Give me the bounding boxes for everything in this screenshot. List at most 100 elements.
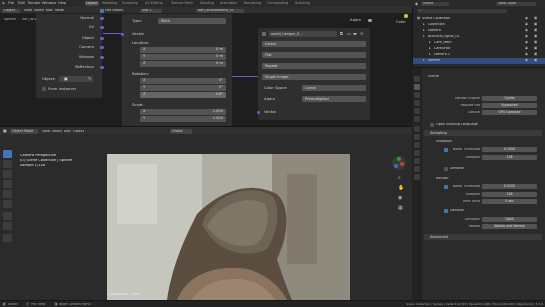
extension-dropdown[interactable]: Repeat [262,63,366,69]
interpolation-dropdown[interactable]: Linear [262,41,366,47]
render-camera-icon[interactable]: ▣ [534,16,537,20]
fake-user-icon[interactable]: ⧉ [340,31,343,36]
location-y-field[interactable]: Y 0 m [140,54,226,60]
node-editor-canvas[interactable]: Sphere › hdri_environment_01 Normal UV O… [0,14,412,126]
object-tab-icon[interactable] [414,126,420,132]
node-menu-select[interactable]: Select [34,9,44,12]
projection-dropdown[interactable]: Flat [262,52,366,58]
outliner-row[interactable]: ▸ Sphere ◉ ▣ [413,58,545,64]
viewport-samples-field[interactable]: 128 [482,155,537,160]
workspace-tab-sculpting[interactable]: Sculpting [121,1,139,6]
outliner-row[interactable]: ▤ Scene Collection ◉ ▣ [413,16,545,22]
data-tab-icon[interactable] [414,166,420,172]
scene-tab-icon[interactable] [414,108,420,114]
menu-window[interactable]: Window [42,1,56,6]
socket-normal[interactable] [100,16,104,20]
mapping-type-dropdown[interactable]: Point [158,18,226,24]
location-x-field[interactable]: X 0 m [140,47,226,53]
socket-reflection[interactable] [100,65,104,69]
viewport-menu-view[interactable]: View [42,130,50,133]
visibility-eye-icon[interactable]: ◉ [525,52,528,56]
sampling-panel-header[interactable]: Sampling [424,130,542,136]
add-cube-tool-icon[interactable] [3,234,12,242]
rotation-y-field[interactable]: Y 0° [140,85,226,91]
image-browse-icon[interactable] [262,32,266,36]
visibility-eye-icon[interactable]: ◉ [525,28,528,32]
output-tab-icon[interactable] [414,92,420,98]
workspace-tab-uv-editing[interactable]: UV Editing [144,1,164,6]
texture-coordinate-node[interactable]: Normal UV Object Camera Window Reflectio… [36,14,104,98]
environment-texture-node[interactable]: small_hangar_0... ⧉ ▭ ▬ ✕ Linear Flat Re… [256,28,370,120]
alpha-mode-dropdown[interactable]: Premultiplied [302,96,366,102]
render-camera-icon[interactable]: ▣ [534,52,537,56]
render-camera-icon[interactable]: ▣ [534,40,537,44]
render-camera-icon[interactable]: ▣ [534,58,537,62]
render-tab-icon[interactable] [414,84,420,90]
object-type-dropdown[interactable]: Object [2,8,20,13]
workspace-tab-scripting[interactable]: Scripting [294,1,311,6]
cursor-tool-icon[interactable] [3,160,12,168]
workspace-tab-texture-paint[interactable]: Texture Paint [170,1,194,6]
passes-dropdown[interactable]: Albedo and Normal [482,224,537,229]
render-camera-icon[interactable]: ▣ [534,22,537,26]
grid-view-icon[interactable]: ▦ [398,206,403,211]
tool-tab-icon[interactable] [414,76,420,82]
modifier-tab-icon[interactable] [414,134,420,140]
menu-render[interactable]: Render [28,1,41,6]
viewport-denoise-checkbox[interactable] [444,167,448,171]
socket-object[interactable] [100,36,104,40]
socket-mapping-vector-in[interactable] [120,32,124,36]
source-dropdown[interactable]: Single Image [262,74,366,80]
transform-tool-icon[interactable] [3,200,12,208]
view-layer-selector[interactable]: View Layer [496,1,536,6]
view-layer-tab-icon[interactable] [414,100,420,106]
pan-hand-icon[interactable]: ✋ [398,186,404,191]
slot-dropdown[interactable]: Slot 1 [140,8,162,13]
open-shading-checkbox[interactable] [430,123,434,127]
socket-window[interactable] [100,55,104,59]
image-name-field[interactable]: small_hangar_0... [269,31,337,37]
world-tab-icon[interactable] [414,116,420,122]
visibility-eye-icon[interactable]: ◉ [525,40,528,44]
render-denoise-checkbox[interactable] [444,209,448,213]
workspace-tab-animation[interactable]: Animation [219,1,238,6]
advanced-panel-header[interactable]: Advanced [424,234,542,240]
outliner-search-input[interactable] [417,9,507,13]
gizmo-z-axis-icon[interactable] [394,164,398,168]
visibility-eye-icon[interactable]: ◉ [525,22,528,26]
location-z-field[interactable]: Z 0 m [140,61,226,67]
visibility-eye-icon[interactable]: ◉ [525,16,528,20]
feature-set-dropdown[interactable]: Supported [482,103,537,108]
workspace-tab-shading[interactable]: Shading [199,1,215,6]
socket-color-out[interactable] [404,14,408,18]
viewport-menu-select[interactable]: Select [52,130,62,133]
node-menu-add[interactable]: Add [46,9,53,12]
move-tool-icon[interactable] [3,170,12,178]
constraints-tab-icon[interactable] [414,158,420,164]
workspace-tab-layout[interactable]: Layout [85,1,99,6]
render-noise-threshold-field[interactable]: 0.0100 [482,184,537,189]
outliner-row[interactable]: ▸ Collection ◉ ▣ [413,22,545,28]
socket-alpha-out[interactable] [368,18,372,22]
scale-y-field[interactable]: Y 1.000 [140,116,226,122]
transform-orientation-dropdown[interactable]: Global [170,128,192,134]
physics-tab-icon[interactable] [414,150,420,156]
material-selector[interactable]: hdri_environment_01 [196,8,244,13]
eyedropper-icon[interactable]: ✎ [88,76,91,81]
menu-edit[interactable]: Edit [18,1,25,6]
navigation-gizmo[interactable] [392,156,406,170]
socket-uv[interactable] [100,25,104,29]
use-nodes-checkbox[interactable] [100,9,104,13]
render-camera-icon[interactable]: ▣ [534,34,537,38]
viewport-menu-add[interactable]: Add [64,130,71,133]
outliner-row[interactable]: ▸ camera 1 ◉ ▣ [413,52,545,58]
camera-view-icon[interactable]: ◉ [398,196,402,201]
outliner-row[interactable]: ▸ Cam_Main ◉ ▣ [413,40,545,46]
menu-file[interactable]: File [8,1,14,6]
scene-selector[interactable]: Scene [421,1,449,6]
render-subpanel-header[interactable]: Render [436,177,449,181]
color-space-dropdown[interactable]: Linear [302,85,366,91]
scale-tool-icon[interactable] [3,190,12,198]
object-mode-dropdown[interactable]: Object Mode [10,128,38,134]
render-camera-icon[interactable]: ▣ [534,28,537,32]
